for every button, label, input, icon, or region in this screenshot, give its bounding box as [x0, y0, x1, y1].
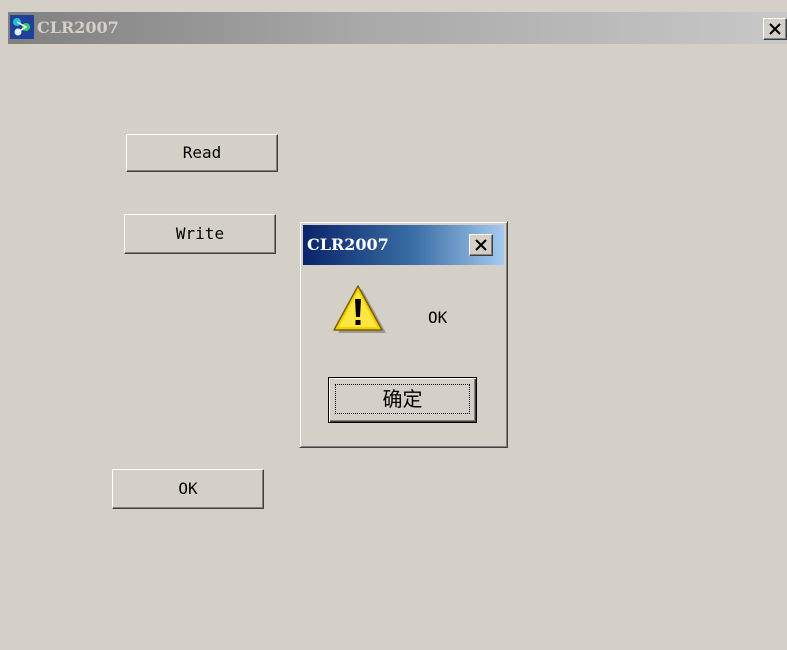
warning-icon	[330, 283, 386, 335]
dialog-title: CLR2007	[307, 235, 389, 254]
message-dialog: CLR2007 OK 确定	[299, 221, 508, 448]
dialog-message: OK	[428, 308, 448, 327]
close-icon	[769, 23, 781, 35]
read-button[interactable]: Read	[126, 134, 278, 172]
ok-button[interactable]: OK	[112, 469, 264, 509]
confirm-button[interactable]: 确定	[328, 377, 477, 423]
write-button[interactable]: Write	[124, 214, 276, 254]
window-title: CLR2007	[37, 18, 119, 37]
dialog-close-button[interactable]	[469, 234, 493, 256]
close-icon	[475, 239, 487, 251]
app-logo-icon	[10, 15, 34, 39]
close-button[interactable]	[763, 18, 787, 40]
main-titlebar[interactable]: CLR2007	[8, 12, 787, 44]
confirm-button-label: 确定	[382, 387, 423, 411]
dialog-titlebar[interactable]: CLR2007	[303, 225, 504, 265]
